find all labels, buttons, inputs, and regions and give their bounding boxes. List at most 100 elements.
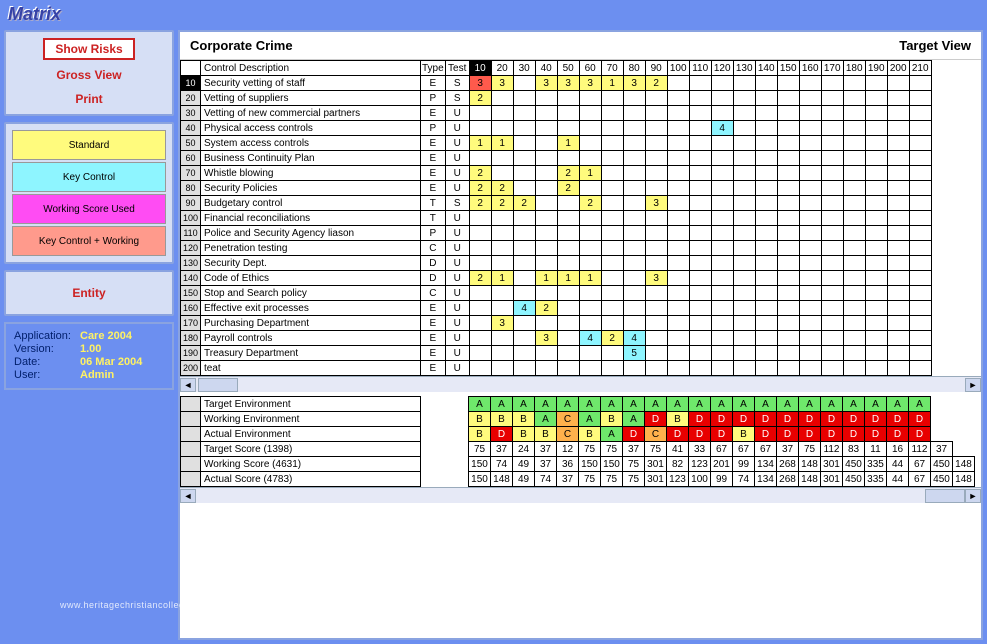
cell-type[interactable]: E — [421, 331, 446, 346]
cell-empty[interactable] — [601, 121, 623, 136]
cell-empty[interactable] — [579, 301, 601, 316]
row-num[interactable]: 120 — [181, 241, 201, 256]
cell-empty[interactable] — [865, 151, 887, 166]
cell-empty[interactable] — [623, 181, 645, 196]
cell-empty[interactable] — [777, 301, 799, 316]
cell-empty[interactable] — [557, 196, 579, 211]
summary-cell[interactable]: 83 — [843, 442, 865, 457]
cell-empty[interactable] — [755, 151, 777, 166]
cell-desc[interactable]: Purchasing Department — [201, 316, 421, 331]
cell-empty[interactable] — [557, 331, 579, 346]
cell-value[interactable]: 2 — [557, 166, 579, 181]
cell-value[interactable]: 1 — [601, 76, 623, 91]
summary-cell[interactable]: D — [909, 427, 931, 442]
cell-empty[interactable] — [799, 286, 821, 301]
cell-empty[interactable] — [711, 256, 733, 271]
cell-value[interactable]: 1 — [579, 271, 601, 286]
cell-empty[interactable] — [799, 301, 821, 316]
cell-empty[interactable] — [513, 136, 535, 151]
summary-cell[interactable]: 67 — [711, 442, 733, 457]
cell-empty[interactable] — [667, 76, 689, 91]
scroll-left-icon[interactable]: ◄ — [180, 489, 196, 503]
summary-cell[interactable]: 100 — [689, 472, 711, 487]
cell-empty[interactable] — [689, 226, 711, 241]
summary-cell[interactable]: 335 — [865, 472, 887, 487]
row-num[interactable]: 130 — [181, 256, 201, 271]
cell-value[interactable]: 2 — [469, 91, 491, 106]
cell-empty[interactable] — [557, 256, 579, 271]
summary-cell[interactable]: A — [667, 397, 689, 412]
cell-empty[interactable] — [865, 271, 887, 286]
summary-cell[interactable]: A — [689, 397, 711, 412]
summary-cell[interactable]: A — [513, 397, 535, 412]
grid-hscroll[interactable]: ◄ ► — [180, 376, 981, 392]
cell-empty[interactable] — [469, 121, 491, 136]
cell-empty[interactable] — [777, 241, 799, 256]
cell-empty[interactable] — [645, 106, 667, 121]
cell-empty[interactable] — [513, 91, 535, 106]
cell-value[interactable]: 1 — [469, 136, 491, 151]
cell-test[interactable]: U — [445, 256, 469, 271]
cell-type[interactable]: T — [421, 211, 446, 226]
summary-cell[interactable]: A — [645, 397, 667, 412]
cell-empty[interactable] — [777, 121, 799, 136]
summary-cell[interactable]: 148 — [799, 472, 821, 487]
cell-empty[interactable] — [579, 91, 601, 106]
cell-empty[interactable] — [755, 106, 777, 121]
cell-type[interactable]: E — [421, 361, 446, 376]
summary-cell[interactable]: A — [491, 397, 513, 412]
cell-empty[interactable] — [909, 316, 931, 331]
cell-empty[interactable] — [535, 316, 557, 331]
cell-value[interactable]: 4 — [711, 121, 733, 136]
summary-cell[interactable]: A — [579, 412, 601, 427]
cell-empty[interactable] — [777, 346, 799, 361]
cell-test[interactable]: U — [445, 166, 469, 181]
summary-cell[interactable]: A — [843, 397, 865, 412]
cell-empty[interactable] — [755, 271, 777, 286]
cell-empty[interactable] — [865, 301, 887, 316]
cell-empty[interactable] — [733, 316, 755, 331]
cell-value[interactable]: 3 — [535, 76, 557, 91]
cell-value[interactable]: 3 — [645, 196, 667, 211]
cell-empty[interactable] — [711, 151, 733, 166]
cell-empty[interactable] — [733, 301, 755, 316]
cell-empty[interactable] — [799, 106, 821, 121]
summary-cell[interactable]: C — [557, 427, 579, 442]
cell-empty[interactable] — [689, 166, 711, 181]
cell-empty[interactable] — [733, 91, 755, 106]
cell-empty[interactable] — [865, 316, 887, 331]
cell-desc[interactable]: Payroll controls — [201, 331, 421, 346]
cell-test[interactable]: U — [445, 361, 469, 376]
summary-cell[interactable]: 44 — [887, 472, 909, 487]
cell-empty[interactable] — [909, 361, 931, 376]
summary-cell[interactable]: 75 — [645, 442, 667, 457]
cell-value[interactable]: 4 — [513, 301, 535, 316]
gross-view-button[interactable]: Gross View — [52, 66, 125, 84]
summary-cell[interactable]: 74 — [733, 472, 755, 487]
summary-cell[interactable]: 301 — [821, 457, 843, 472]
cell-empty[interactable] — [667, 346, 689, 361]
summary-cell[interactable]: B — [469, 412, 491, 427]
cell-empty[interactable] — [755, 286, 777, 301]
cell-empty[interactable] — [711, 166, 733, 181]
cell-test[interactable]: U — [445, 121, 469, 136]
cell-type[interactable]: E — [421, 151, 446, 166]
row-num[interactable]: 30 — [181, 106, 201, 121]
cell-empty[interactable] — [843, 121, 865, 136]
cell-empty[interactable] — [865, 241, 887, 256]
cell-value[interactable]: 3 — [469, 76, 491, 91]
summary-cell[interactable]: 74 — [535, 472, 557, 487]
row-num[interactable]: 70 — [181, 166, 201, 181]
cell-empty[interactable] — [821, 121, 843, 136]
summary-cell[interactable]: D — [689, 412, 711, 427]
cell-empty[interactable] — [601, 211, 623, 226]
cell-empty[interactable] — [755, 316, 777, 331]
cell-empty[interactable] — [843, 76, 865, 91]
cell-empty[interactable] — [909, 286, 931, 301]
cell-empty[interactable] — [557, 361, 579, 376]
summary-cell[interactable]: D — [821, 412, 843, 427]
summary-cell[interactable]: 75 — [579, 442, 601, 457]
summary-cell[interactable]: 148 — [491, 472, 513, 487]
cell-empty[interactable] — [865, 136, 887, 151]
control-grid[interactable]: Control DescriptionTypeTest1020304050607… — [180, 60, 932, 376]
